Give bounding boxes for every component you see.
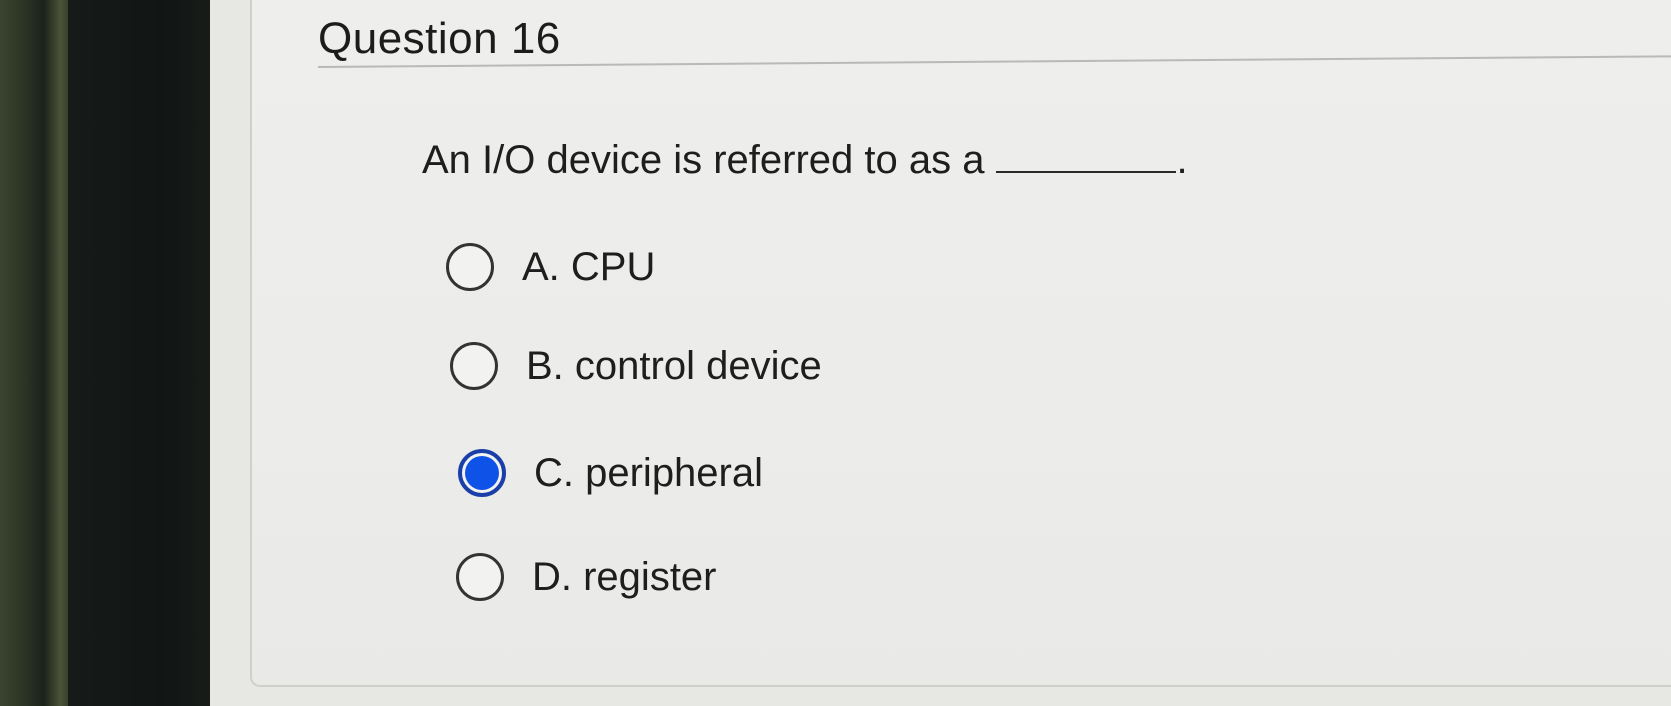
radio-button-b[interactable] <box>450 342 498 390</box>
option-d[interactable]: D. register <box>456 553 717 601</box>
question-prompt: An I/O device is referred to as a. <box>422 138 1188 183</box>
radio-button-d[interactable] <box>456 553 504 601</box>
option-b-label[interactable]: B. control device <box>526 344 822 389</box>
option-c[interactable]: C. peripheral <box>458 449 763 497</box>
question-title: Question 16 <box>318 14 561 63</box>
monitor-frame <box>68 0 226 706</box>
option-b[interactable]: B. control device <box>450 342 822 390</box>
option-a[interactable]: A. CPU <box>446 243 655 291</box>
option-a-label[interactable]: A. CPU <box>522 245 655 290</box>
prompt-text: An I/O device is referred to as a <box>422 138 985 182</box>
radio-button-a[interactable] <box>446 243 494 291</box>
option-d-label[interactable]: D. register <box>532 555 717 600</box>
radio-selected-dot <box>465 456 499 490</box>
radio-button-c-selected[interactable] <box>458 449 506 497</box>
answer-blank <box>996 141 1177 173</box>
option-c-label[interactable]: C. peripheral <box>534 451 763 496</box>
prompt-period: . <box>1176 138 1188 182</box>
